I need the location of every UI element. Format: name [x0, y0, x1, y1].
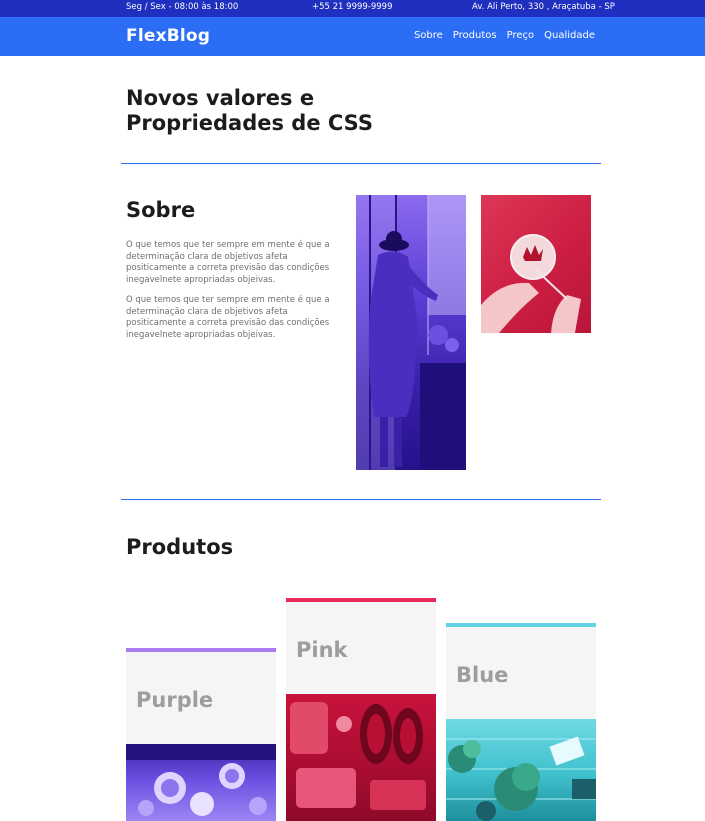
nav-link-produtos[interactable]: Produtos [453, 30, 497, 41]
main-nav: Sobre Produtos Preço Qualidade [414, 30, 595, 41]
product-image-pink [286, 694, 436, 821]
woman-at-window-photo [356, 195, 466, 470]
petri-dish-photo [481, 195, 591, 333]
product-name: Pink [296, 638, 348, 662]
product-card-header: Pink [286, 598, 436, 694]
product-card-header: Purple [126, 648, 276, 744]
product-card-header: Blue [446, 623, 596, 719]
product-image-purple [126, 744, 276, 821]
products-title: Produtos [126, 535, 234, 559]
business-hours: Seg / Sex - 08:00 às 18:00 [126, 2, 239, 12]
site-header: FlexBlog Sobre Produtos Preço Qualidade [0, 17, 705, 56]
nav-link-preco[interactable]: Preço [507, 30, 535, 41]
about-text: O que temos que ter sempre em mente é qu… [126, 240, 344, 350]
product-name: Blue [456, 663, 509, 687]
product-card-blue[interactable]: Blue [446, 623, 596, 821]
address: Av. Ali Perto, 330 , Araçatuba - SP [472, 2, 615, 12]
section-divider [121, 163, 601, 164]
phone-number: +55 21 9999-9999 [312, 2, 393, 12]
section-divider [121, 499, 601, 500]
nav-link-qualidade[interactable]: Qualidade [544, 30, 595, 41]
about-paragraph: O que temos que ter sempre em mente é qu… [126, 295, 330, 340]
nav-link-sobre[interactable]: Sobre [414, 30, 443, 41]
product-card-pink[interactable]: Pink [286, 598, 436, 821]
top-info-bar: Seg / Sex - 08:00 às 18:00 +55 21 9999-9… [0, 0, 705, 17]
about-title: Sobre [126, 198, 196, 222]
site-logo[interactable]: FlexBlog [126, 26, 210, 46]
about-paragraph: O que temos que ter sempre em mente é qu… [126, 240, 330, 285]
hero-title: Novos valores e Propriedades de CSS [126, 86, 373, 135]
product-name: Purple [136, 688, 214, 712]
product-image-blue [446, 719, 596, 821]
product-card-purple[interactable]: Purple [126, 648, 276, 821]
